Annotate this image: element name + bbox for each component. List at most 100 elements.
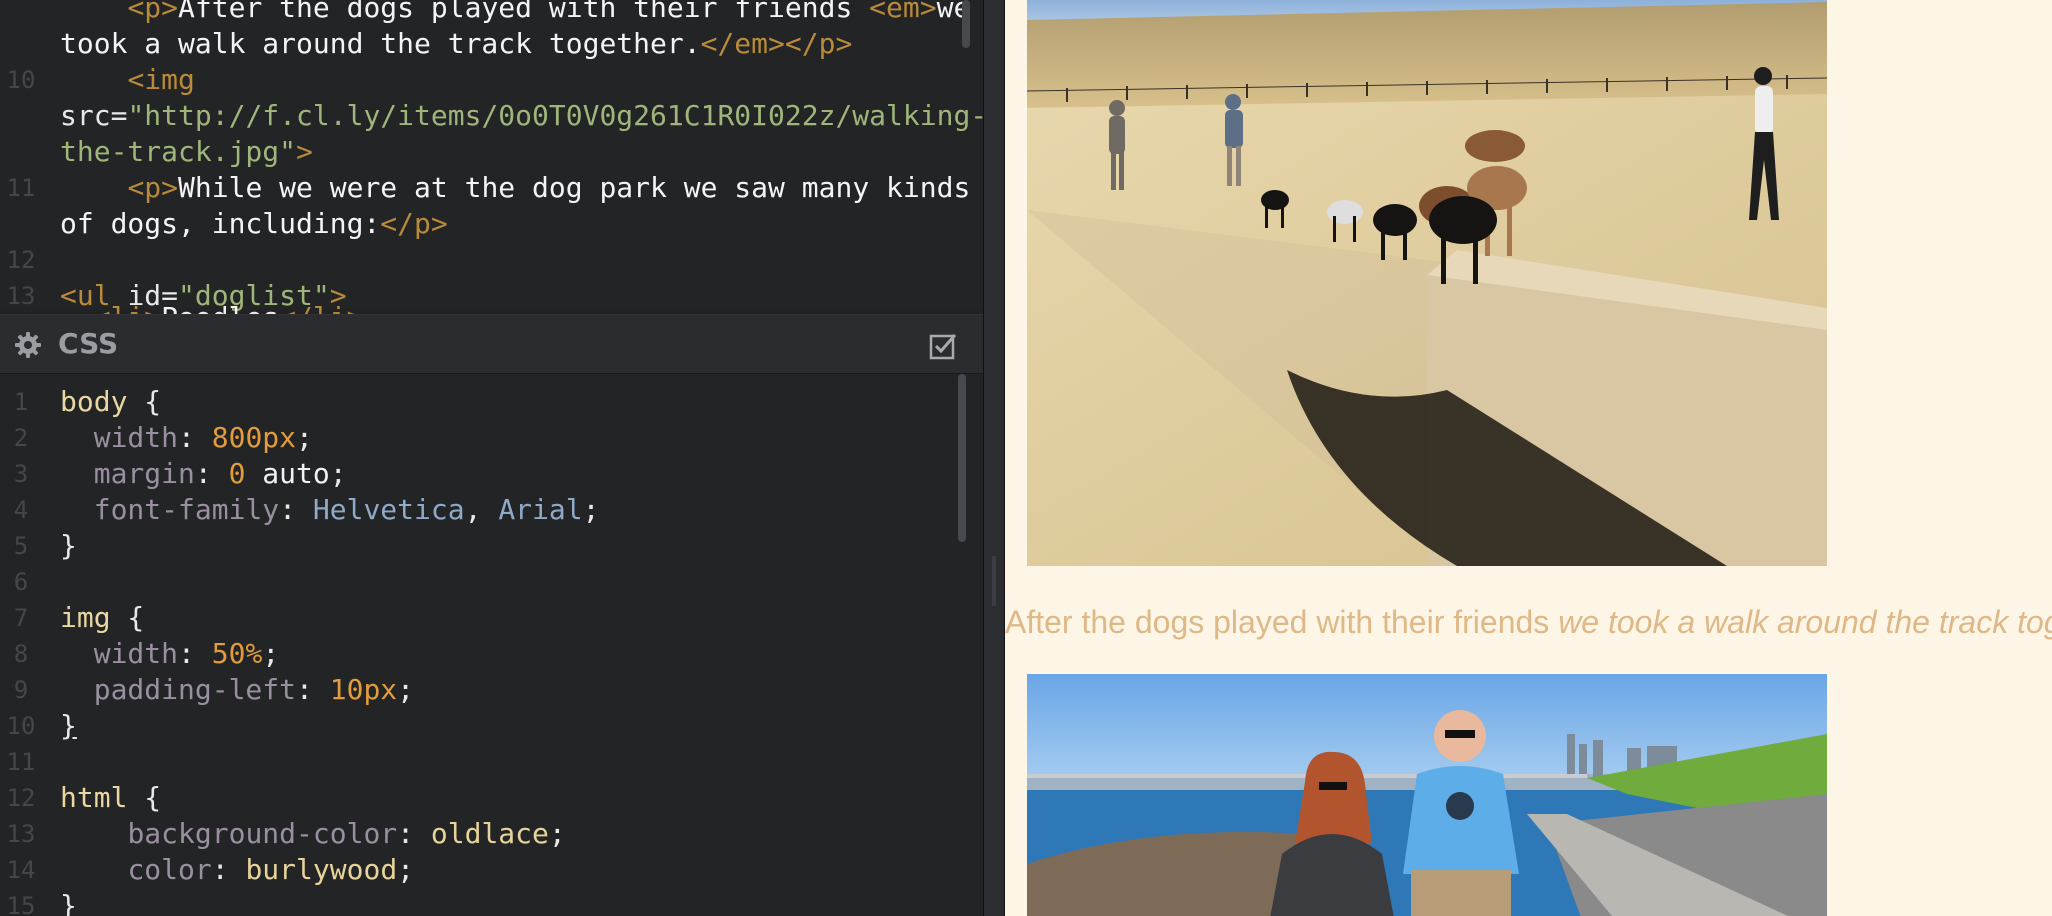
code-line: <p>After the dogs played with their frie… <box>60 0 970 26</box>
css-pane-scrollbar[interactable] <box>958 374 966 542</box>
line-number: 5 <box>13 532 29 560</box>
code-token: While we were at the dog park we saw man… <box>178 171 971 204</box>
code-line: body { <box>60 384 963 420</box>
code-token: { <box>127 781 162 814</box>
code-token: 0 <box>228 457 246 490</box>
code-token: ; <box>296 421 313 454</box>
code-line: width: 50%; <box>60 636 963 672</box>
code-token: <p> <box>127 0 179 24</box>
code-line: took a walk around the track together.</… <box>60 26 963 62</box>
code-token: html <box>60 781 128 814</box>
couple-walking-photo <box>1027 674 1827 916</box>
code-token: of dogs, including: <box>60 207 381 240</box>
line-number: 13 <box>6 820 36 848</box>
code-line: padding-left: 10px; <box>60 672 963 708</box>
line-number: 10 <box>6 712 36 740</box>
code-line: color: burlywood; <box>60 852 963 888</box>
code-token: 50% <box>211 637 263 670</box>
code-token: } <box>60 529 77 562</box>
code-token: : <box>194 457 229 490</box>
code-token: ; <box>397 673 415 706</box>
code-token: } <box>60 709 77 742</box>
code-line: <li>Poodles</li> <box>60 300 963 314</box>
line-number: 14 <box>6 856 36 884</box>
line-number: 1 <box>13 388 29 416</box>
code-line: src="http://f.cl.ly/items/0o0T0V0g261C1R… <box>60 98 983 134</box>
code-token: the-track.jpg" <box>60 135 297 168</box>
code-token: : <box>279 493 313 526</box>
code-token: <p> <box>127 171 179 204</box>
code-token: burlywood <box>245 853 398 886</box>
code-token: Arial <box>498 493 583 526</box>
line-number: 15 <box>6 892 36 916</box>
line-number: 2 <box>13 424 29 452</box>
code-token: background-color <box>127 817 398 850</box>
code-token: 10px <box>329 673 398 706</box>
code-line: the-track.jpg"> <box>60 134 963 170</box>
code-token: color <box>127 853 212 886</box>
code-token: body <box>60 385 128 418</box>
code-line: } <box>60 708 963 744</box>
pane-splitter[interactable] <box>983 0 1005 916</box>
code-token: : <box>211 853 246 886</box>
code-line: } <box>60 528 963 564</box>
gear-icon[interactable] <box>14 331 42 359</box>
html-pane-scrollbar[interactable] <box>962 0 970 48</box>
code-token: ; <box>397 853 415 886</box>
code-token: } <box>60 889 77 916</box>
code-token: : <box>296 673 330 706</box>
code-line: of dogs, including:</p> <box>60 206 963 242</box>
checkbox-icon[interactable] <box>928 331 958 361</box>
css-editor-pane[interactable]: 1 body { 2 width: 800px; 3 margin: 0 aut… <box>0 374 983 916</box>
code-token: src <box>60 99 111 132</box>
code-token: font-family <box>93 493 280 526</box>
line-number: 11 <box>6 748 36 776</box>
code-token: , <box>464 493 499 526</box>
code-token: : <box>397 817 431 850</box>
code-token: 800px <box>211 421 297 454</box>
code-line: html { <box>60 780 963 816</box>
photo-caption: After the dogs played with their friends… <box>1005 604 2052 641</box>
code-token: > <box>296 135 313 168</box>
code-line: <p>While we were at the dog park we saw … <box>60 170 970 206</box>
code-line: width: 800px; <box>60 420 963 456</box>
caption-emphasis: we took a walk around the track tog <box>1558 604 2052 640</box>
code-line: } <box>60 888 963 916</box>
line-number: 10 <box>6 66 36 94</box>
code-token: took a walk around the track together. <box>60 27 701 60</box>
line-number: 12 <box>6 246 36 274</box>
code-token: ; <box>582 493 600 526</box>
code-token: : <box>178 421 212 454</box>
line-number: 11 <box>6 174 36 202</box>
code-line: font-family: Helvetica, Arial; <box>60 492 963 528</box>
code-token: ; <box>262 637 280 670</box>
code-token: { <box>127 385 162 418</box>
code-token: "http://f.cl.ly/items/0o0T0V0g261C1R0I02… <box>127 99 983 132</box>
code-line: img { <box>60 600 963 636</box>
code-line: <img <box>60 62 963 98</box>
code-token: margin <box>93 457 195 490</box>
code-token: </p> <box>380 207 448 240</box>
code-token: = <box>110 99 128 132</box>
code-token: </em></p> <box>700 27 853 60</box>
line-number: 9 <box>13 676 29 704</box>
code-token: width <box>93 421 179 454</box>
code-token: Helvetica <box>312 493 465 526</box>
line-number: 7 <box>13 604 29 632</box>
code-token: ; <box>548 817 566 850</box>
code-token: Poodles <box>161 301 279 314</box>
css-pane-title: CSS <box>58 327 119 360</box>
html-editor-pane[interactable]: <p>After the dogs played with their frie… <box>0 0 983 314</box>
code-token: ; <box>329 457 347 490</box>
code-line: background-color: oldlace; <box>60 816 963 852</box>
line-number: 4 <box>13 496 29 524</box>
code-token: padding-left <box>93 673 297 706</box>
code-token: <em> <box>869 0 937 24</box>
line-number: 6 <box>13 568 29 596</box>
code-token: auto <box>245 457 330 490</box>
splitter-grip[interactable] <box>992 556 996 606</box>
code-token: : <box>178 637 212 670</box>
code-token: { <box>110 601 145 634</box>
code-token: <img <box>127 63 195 96</box>
code-token: oldlace <box>430 817 549 850</box>
